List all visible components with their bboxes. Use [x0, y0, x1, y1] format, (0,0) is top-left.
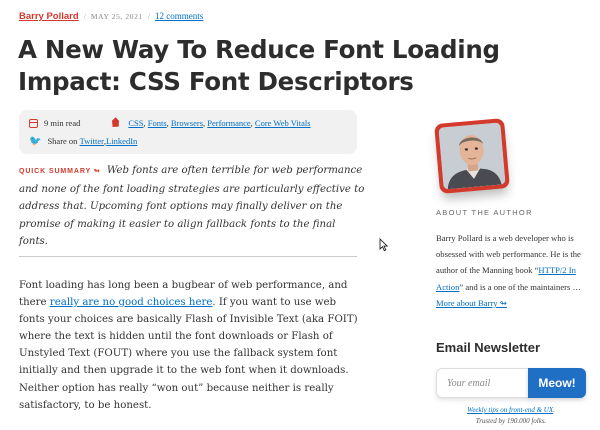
newsletter-subscribe-button[interactable]: Meow!	[528, 368, 586, 398]
share-linkedin-link[interactable]: LinkedIn	[106, 136, 137, 146]
share-twitter-link[interactable]: Twitter	[80, 136, 104, 146]
trusted-by-text: Trusted by 190.000 folks.	[475, 417, 547, 425]
tag-link-core-web-vitals[interactable]: Core Web Vitals	[255, 118, 311, 128]
summary-text: Web fonts are often terrible for web per…	[19, 165, 365, 247]
publish-date: May 25, 2021	[90, 12, 143, 21]
weekly-tips-link[interactable]: Weekly tips on front-end & UX	[467, 406, 553, 414]
article-meta: Barry Pollard / May 25, 2021 / 12 commen…	[19, 11, 203, 22]
about-text-2: ” and is a one of the maintainers …	[459, 281, 582, 292]
more-about-author-link[interactable]: More about Barry ↬	[436, 298, 507, 308]
summary-divider	[19, 256, 357, 257]
tag-icon	[109, 117, 122, 130]
meta-separator-2: /	[147, 12, 150, 21]
about-author-text: Barry Pollard is a web developer who is …	[436, 230, 586, 311]
newsletter-email-input[interactable]	[436, 368, 529, 398]
author-photo	[438, 122, 506, 190]
article-info-box: 9 min read CSS, Fonts, Browsers, Perform…	[19, 110, 357, 154]
newsletter-title: Email Newsletter	[436, 340, 541, 355]
meta-separator: /	[83, 12, 86, 21]
summary-label: Quick summary ↬	[19, 168, 101, 175]
about-author-heading: About The Author	[436, 208, 533, 217]
author-avatar-frame	[434, 118, 510, 194]
article-body-paragraph: Font loading has long been a bugbear of …	[19, 277, 364, 414]
comments-link[interactable]: 12 comments	[155, 11, 203, 21]
author-avatar[interactable]	[438, 122, 506, 190]
body-inline-link[interactable]: really are no good choices here	[50, 297, 213, 308]
tag-link-browsers[interactable]: Browsers	[171, 118, 203, 128]
newsletter-note: Weekly tips on front-end & UX. Trusted by…	[467, 406, 555, 425]
article-summary: Quick summary ↬ Web fonts are often terr…	[19, 162, 367, 251]
tag-link-performance[interactable]: Performance	[207, 118, 250, 128]
tag-link-css[interactable]: CSS	[128, 118, 143, 128]
article-title: A New Way To Reduce Font Loading Impact:…	[18, 35, 500, 96]
read-time: 9 min read	[44, 118, 81, 128]
twitter-bird-icon: 🐦	[29, 136, 42, 147]
tag-list: CSS, Fonts, Browsers, Performance, Core …	[128, 118, 311, 128]
mouse-cursor-icon	[379, 238, 389, 252]
body-text-2: . If you want to use web fonts your choi…	[19, 297, 358, 411]
info-row-share: 🐦 Share on Twitter, LinkedIn	[29, 136, 138, 147]
author-link[interactable]: Barry Pollard	[19, 11, 79, 22]
tag-link-fonts[interactable]: Fonts	[148, 118, 167, 128]
info-row-details: 9 min read CSS, Fonts, Browsers, Perform…	[29, 118, 311, 128]
share-prefix: Share on	[47, 136, 78, 146]
calendar-icon	[29, 118, 38, 128]
